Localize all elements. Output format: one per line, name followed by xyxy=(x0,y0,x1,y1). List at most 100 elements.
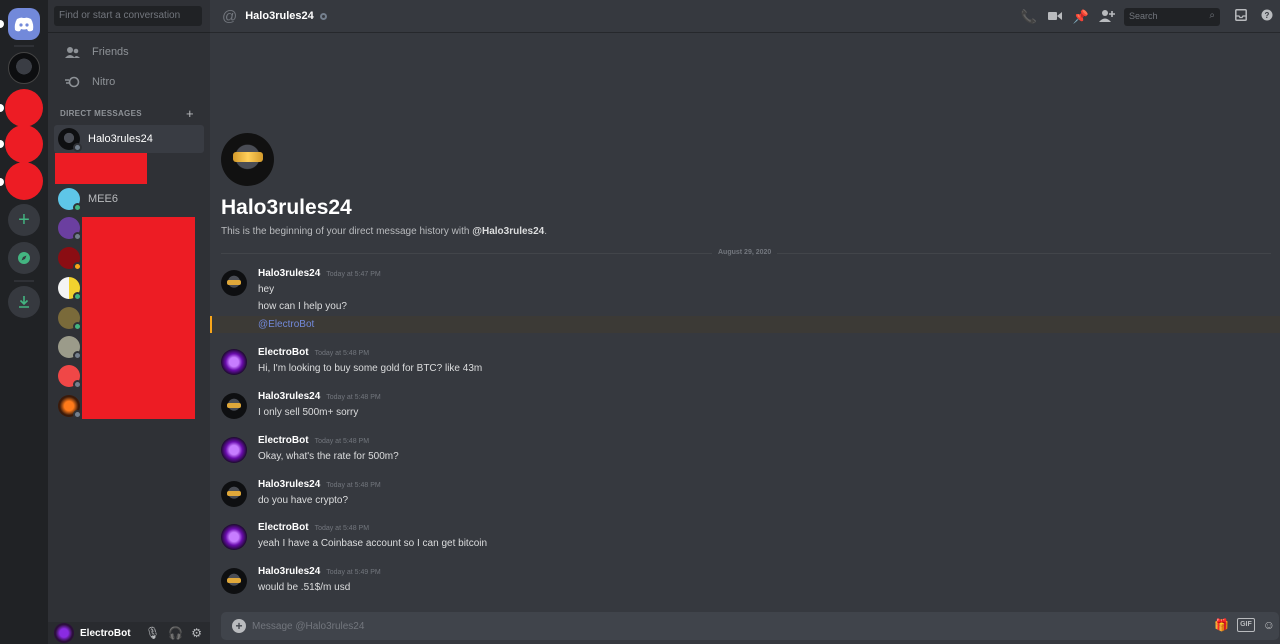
headphones-icon[interactable]: 🎧 xyxy=(168,626,183,640)
gif-icon[interactable]: GIF xyxy=(1237,618,1255,632)
video-call-icon[interactable] xyxy=(1042,9,1068,24)
nav-nitro[interactable]: Nitro xyxy=(54,69,204,95)
message-text: hey xyxy=(258,284,275,295)
status-offline-icon xyxy=(73,380,82,389)
message-timestamp: Today at 5:48 PM xyxy=(314,438,370,445)
author-avatar[interactable] xyxy=(221,481,247,507)
message-input[interactable]: + Message @Halo3rules24 🎁 GIF ☺ xyxy=(221,612,1279,640)
channel-title: Halo3rules24 xyxy=(245,10,314,22)
unread-indicator xyxy=(0,140,4,148)
emoji-icon[interactable]: ☺ xyxy=(1263,618,1275,632)
author-name[interactable]: Halo3rules24 xyxy=(258,268,320,279)
inbox-icon[interactable] xyxy=(1228,9,1254,24)
discord-logo-icon xyxy=(14,17,34,31)
author-name[interactable]: ElectroBot xyxy=(258,522,309,533)
avatar xyxy=(58,188,82,212)
nav-friends-label: Friends xyxy=(92,46,129,58)
message-timestamp: Today at 5:48 PM xyxy=(314,525,370,532)
create-dm-button[interactable]: + xyxy=(186,106,194,121)
message-timestamp: Today at 5:49 PM xyxy=(326,569,381,576)
plus-icon: + xyxy=(186,106,194,121)
upload-plus-icon[interactable]: + xyxy=(232,619,246,633)
message-timestamp: Today at 5:47 PM xyxy=(326,271,381,278)
search-icon: ⌕ xyxy=(1209,9,1215,21)
author-avatar[interactable] xyxy=(221,524,247,550)
message-text: Okay, what's the rate for 500m? xyxy=(258,451,399,462)
unread-indicator xyxy=(0,178,4,186)
author-name[interactable]: Halo3rules24 xyxy=(258,566,320,577)
status-online-icon xyxy=(73,203,82,212)
status-offline-icon xyxy=(73,232,82,241)
nav-nitro-label: Nitro xyxy=(92,76,116,88)
author-avatar[interactable] xyxy=(221,568,247,594)
author-avatar[interactable] xyxy=(221,349,247,375)
add-friend-to-dm-icon[interactable] xyxy=(1094,9,1120,25)
header-search-input[interactable]: Search ⌕ xyxy=(1124,7,1220,26)
settings-gear-icon[interactable]: ⚙ xyxy=(191,626,202,640)
status-offline-icon xyxy=(73,410,82,419)
download-apps-button[interactable] xyxy=(8,286,40,318)
status-online-icon xyxy=(73,292,82,301)
user-mention[interactable]: @ElectroBot xyxy=(258,319,314,330)
message-text: Hi, I'm looking to buy some gold for BTC… xyxy=(258,363,483,374)
avatar xyxy=(58,365,82,389)
nav-friends[interactable]: Friends xyxy=(54,39,204,65)
message-text: yeah I have a Coinbase account so I can … xyxy=(258,538,488,549)
server-icon-redacted[interactable] xyxy=(5,125,43,163)
server-icon-redacted[interactable] xyxy=(5,162,43,200)
header-search-placeholder: Search xyxy=(1129,10,1158,21)
server-rail: + xyxy=(0,0,48,644)
help-icon[interactable]: ? xyxy=(1254,9,1280,24)
message-text: how can I help you? xyxy=(258,301,347,312)
voice-call-icon[interactable]: 📞 xyxy=(1016,9,1042,25)
redaction-block xyxy=(55,153,147,184)
dm-name: Halo3rules24 xyxy=(88,133,153,145)
intro-mention[interactable]: @Halo3rules24 xyxy=(472,226,544,237)
status-offline-icon xyxy=(73,351,82,360)
add-server-button[interactable]: + xyxy=(8,204,40,236)
selected-indicator xyxy=(0,20,4,28)
nitro-icon xyxy=(64,74,80,90)
avatar xyxy=(58,395,82,419)
user-avatar[interactable] xyxy=(54,623,74,643)
server-icon-halo[interactable] xyxy=(8,52,40,84)
dm-sidebar: Find or start a conversation Friends Nit… xyxy=(48,0,210,644)
at-sign-icon: @ xyxy=(222,7,238,25)
author-name[interactable]: Halo3rules24 xyxy=(258,479,320,490)
pinned-messages-icon[interactable]: 📌 xyxy=(1068,9,1094,25)
user-panel: ElectroBot 🎙 🎧 ⚙ xyxy=(48,622,210,644)
status-offline-icon xyxy=(319,12,327,20)
avatar-visor xyxy=(233,152,263,162)
rail-separator xyxy=(14,280,34,282)
author-name[interactable]: ElectroBot xyxy=(258,435,309,446)
find-conversation-input[interactable]: Find or start a conversation xyxy=(54,6,202,26)
explore-servers-button[interactable] xyxy=(8,242,40,274)
avatar xyxy=(58,128,82,152)
avatar xyxy=(58,217,82,241)
dm-item-halo3rules24[interactable]: Halo3rules24 xyxy=(54,125,204,153)
author-name[interactable]: ElectroBot xyxy=(258,347,309,358)
avatar xyxy=(58,247,82,271)
svg-text:?: ? xyxy=(1265,11,1270,20)
message-timestamp: Today at 5:48 PM xyxy=(326,394,381,401)
avatar xyxy=(58,336,82,360)
date-divider-label: August 29, 2020 xyxy=(712,249,778,256)
divider xyxy=(48,32,210,33)
friends-icon xyxy=(64,44,80,60)
message-text: I only sell 500m+ sorry xyxy=(258,407,359,418)
mute-microphone-icon[interactable]: 🎙 xyxy=(145,626,160,640)
author-avatar[interactable] xyxy=(221,437,247,463)
author-name[interactable]: Halo3rules24 xyxy=(258,391,320,402)
home-button[interactable] xyxy=(8,8,40,40)
server-icon-redacted[interactable] xyxy=(5,89,43,127)
dm-section-header: DIRECT MESSAGES xyxy=(60,109,142,118)
author-avatar[interactable] xyxy=(221,393,247,419)
author-avatar[interactable] xyxy=(221,270,247,296)
intro-text-suffix: . xyxy=(544,226,548,237)
dm-name: MEE6 xyxy=(88,193,118,205)
message-timestamp: Today at 5:48 PM xyxy=(314,350,370,357)
download-icon xyxy=(19,296,29,308)
gift-icon[interactable]: 🎁 xyxy=(1214,618,1229,632)
plus-icon: + xyxy=(18,208,30,231)
dm-item-mee6[interactable]: MEE6 xyxy=(54,185,204,213)
